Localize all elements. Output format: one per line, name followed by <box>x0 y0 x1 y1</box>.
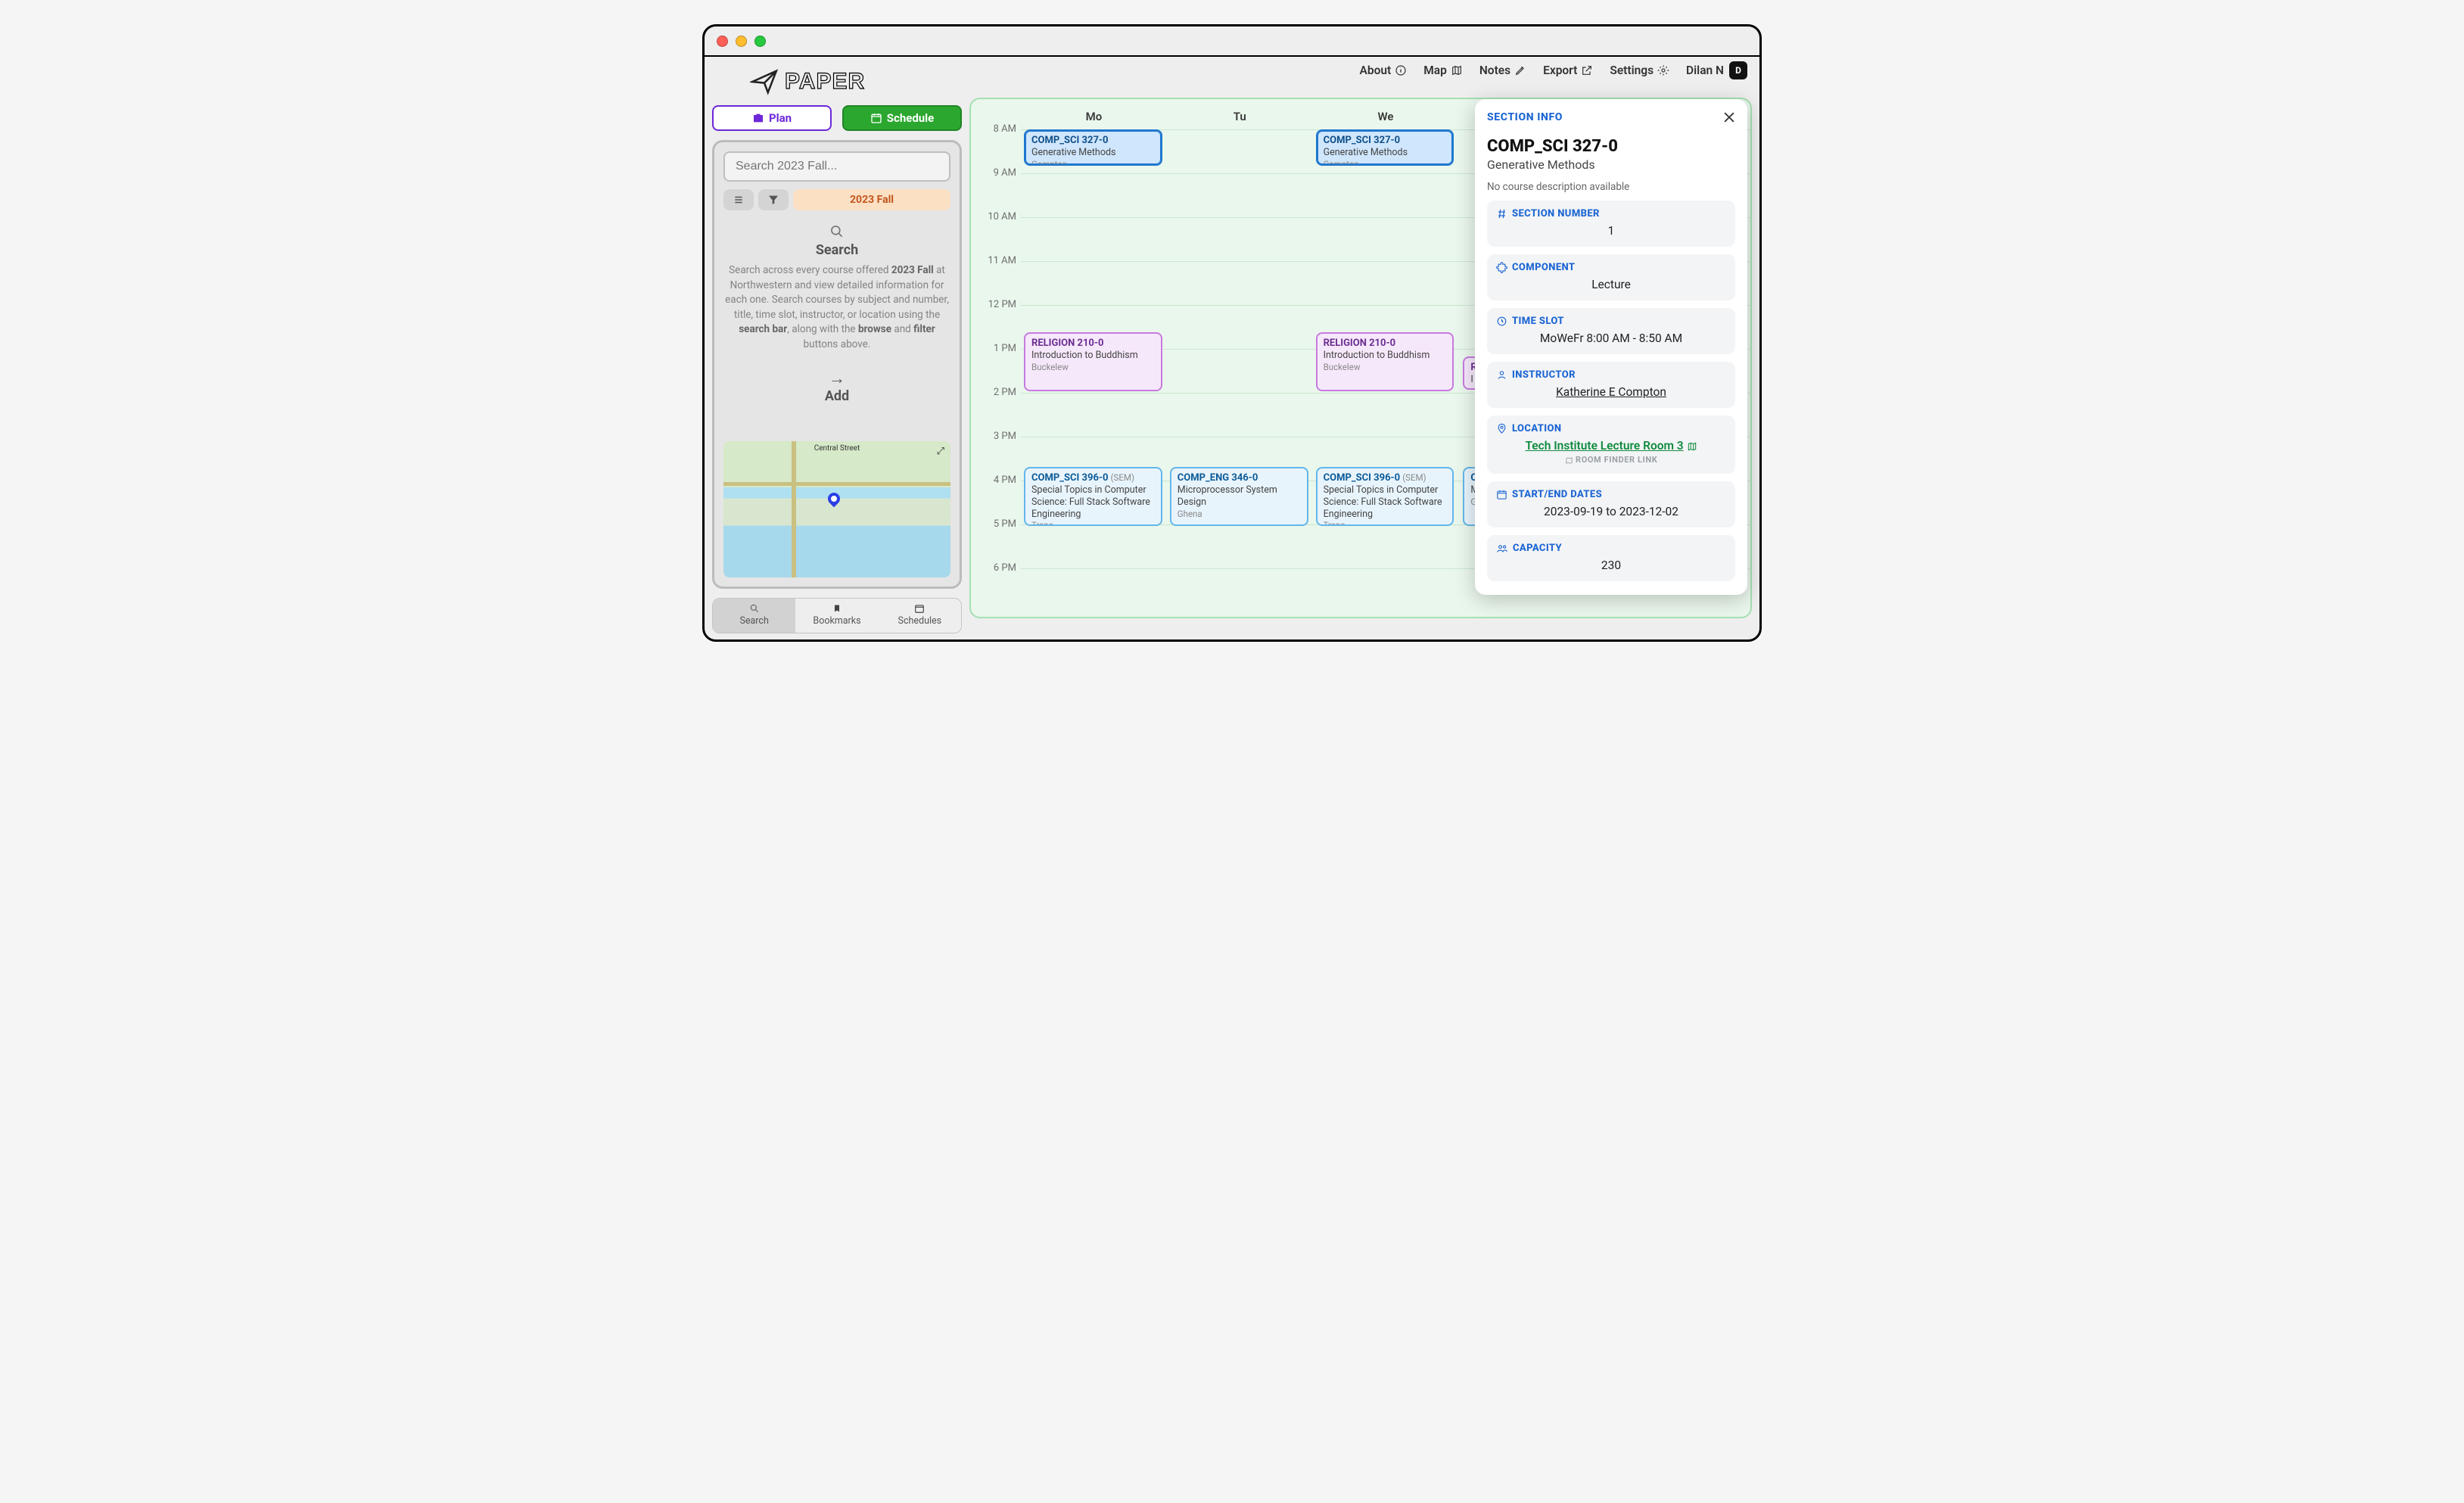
course-title: Generative Methods <box>1487 157 1735 172</box>
filter-button[interactable] <box>758 189 789 210</box>
people-icon <box>1496 543 1508 554</box>
field-dates: START/END DATES 2023-09-19 to 2023-12-02 <box>1487 481 1735 527</box>
tab-search[interactable]: Search <box>713 599 795 633</box>
map-icon <box>1451 64 1463 76</box>
day-header-mo: Mo <box>1021 107 1167 129</box>
mini-map[interactable]: Central Street ⤢ <box>723 441 950 577</box>
clock-icon <box>1496 316 1507 327</box>
pencil-icon <box>1514 64 1526 76</box>
maximize-window-button[interactable] <box>754 36 766 47</box>
plan-mode-button[interactable]: Plan <box>712 105 832 131</box>
calendar-icon <box>914 603 925 614</box>
nav-export[interactable]: Export <box>1543 64 1593 77</box>
day-column-tu: COMP_ENG 346-0Microprocessor System Desi… <box>1167 129 1313 612</box>
event-comp-eng-346[interactable]: COMP_ENG 346-0Microprocessor System Desi… <box>1170 467 1308 526</box>
day-header-we: We <box>1313 107 1459 129</box>
arrow-right-icon: → <box>723 369 950 388</box>
event-comp-sci-327[interactable]: COMP_SCI 327-0Generative MethodsCompton <box>1024 129 1162 166</box>
add-course-hint: → Add <box>723 366 950 404</box>
expand-map-icon[interactable]: ⤢ <box>937 446 944 457</box>
titlebar <box>705 26 1759 57</box>
term-badge[interactable]: 2023 Fall <box>793 189 950 210</box>
info-icon <box>1395 64 1407 76</box>
panel-header: SECTION INFO <box>1487 111 1735 123</box>
location-pin-icon <box>1496 423 1507 434</box>
event-comp-sci-327[interactable]: COMP_SCI 327-0Generative MethodsCompton <box>1316 129 1454 166</box>
nav-settings[interactable]: Settings <box>1610 64 1669 77</box>
map-pin-icon <box>826 490 843 508</box>
close-icon[interactable] <box>1722 110 1737 125</box>
field-component: COMPONENT Lecture <box>1487 254 1735 300</box>
map-icon <box>1687 441 1697 452</box>
map-street-label: Central Street <box>814 444 860 453</box>
course-description: No course description available <box>1487 181 1735 193</box>
briefcase-icon <box>752 112 764 124</box>
field-location: LOCATION Tech Institute Lecture Room 3 R… <box>1487 415 1735 474</box>
field-instructor: INSTRUCTOR Katherine E Compton <box>1487 362 1735 408</box>
close-window-button[interactable] <box>717 36 728 47</box>
day-column-we: COMP_SCI 327-0Generative MethodsCompton … <box>1313 129 1459 612</box>
day-column-mo: COMP_SCI 327-0Generative MethodsCompton … <box>1021 129 1167 612</box>
search-help: Search Search across every course offere… <box>723 218 950 358</box>
section-info-panel: SECTION INFO COMP_SCI 327-0 Generative M… <box>1475 99 1747 595</box>
main-content: About Map Notes Export Settings Dilan N … <box>969 57 1759 639</box>
top-nav: About Map Notes Export Settings Dilan N … <box>1360 61 1747 79</box>
map-icon <box>1565 456 1573 465</box>
nav-map[interactable]: Map <box>1423 64 1463 77</box>
minimize-window-button[interactable] <box>736 36 747 47</box>
list-icon <box>732 194 745 205</box>
field-time-slot: TIME SLOT MoWeFr 8:00 AM - 8:50 AM <box>1487 308 1735 354</box>
browse-button[interactable] <box>723 189 754 210</box>
field-section-number: SECTION NUMBER 1 <box>1487 201 1735 247</box>
search-icon <box>749 603 760 614</box>
hash-icon <box>1496 208 1507 219</box>
tab-schedules[interactable]: Schedules <box>879 599 961 633</box>
funnel-icon <box>767 194 779 206</box>
schedule-mode-button[interactable]: Schedule <box>842 105 962 131</box>
course-code: COMP_SCI 327-0 <box>1487 137 1735 156</box>
search-input[interactable] <box>723 151 950 182</box>
event-religion-210[interactable]: RELIGION 210-0Introduction to BuddhismBu… <box>1316 332 1454 391</box>
nav-notes[interactable]: Notes <box>1479 64 1526 77</box>
time-axis: 8 AM 9 AM 10 AM 11 AM 12 PM 1 PM 2 PM 3 … <box>982 129 1021 612</box>
instructor-link[interactable]: Katherine E Compton <box>1496 385 1726 399</box>
field-capacity: CAPACITY 230 <box>1487 535 1735 581</box>
gear-icon <box>1657 64 1669 76</box>
nav-about[interactable]: About <box>1360 64 1408 77</box>
app-logo: PAPER <box>712 64 962 101</box>
paper-plane-icon <box>750 67 779 96</box>
bookmark-icon <box>832 603 842 614</box>
sidebar-bottom-tabs: Search Bookmarks Schedules <box>712 598 962 633</box>
location-link[interactable]: Tech Institute Lecture Room 3 <box>1525 439 1683 453</box>
calendar-icon <box>1496 489 1507 500</box>
app-window: PAPER Plan Schedule <box>702 24 1762 642</box>
sidebar: PAPER Plan Schedule <box>705 57 969 639</box>
avatar: D <box>1729 61 1747 79</box>
search-panel: 2023 Fall Search Search across every cou… <box>712 140 962 589</box>
event-comp-sci-396[interactable]: COMP_SCI 396-0 (SEM) Special Topics in C… <box>1024 467 1162 526</box>
tab-bookmarks[interactable]: Bookmarks <box>795 599 878 633</box>
external-link-icon <box>1581 64 1593 76</box>
location-subtext: ROOM FINDER LINK <box>1496 455 1726 465</box>
search-icon <box>829 224 845 239</box>
puzzle-icon <box>1496 262 1507 273</box>
calendar-icon <box>870 112 882 124</box>
window-controls <box>717 36 766 47</box>
event-religion-210[interactable]: RELIGION 210-0Introduction to BuddhismBu… <box>1024 332 1162 391</box>
user-menu[interactable]: Dilan N D <box>1686 61 1747 79</box>
search-help-text: Search across every course offered 2023 … <box>725 263 949 352</box>
person-icon <box>1496 369 1507 381</box>
day-header-tu: Tu <box>1167 107 1313 129</box>
app-title: PAPER <box>785 69 865 95</box>
event-comp-sci-396[interactable]: COMP_SCI 396-0 (SEM) Special Topics in C… <box>1316 467 1454 526</box>
